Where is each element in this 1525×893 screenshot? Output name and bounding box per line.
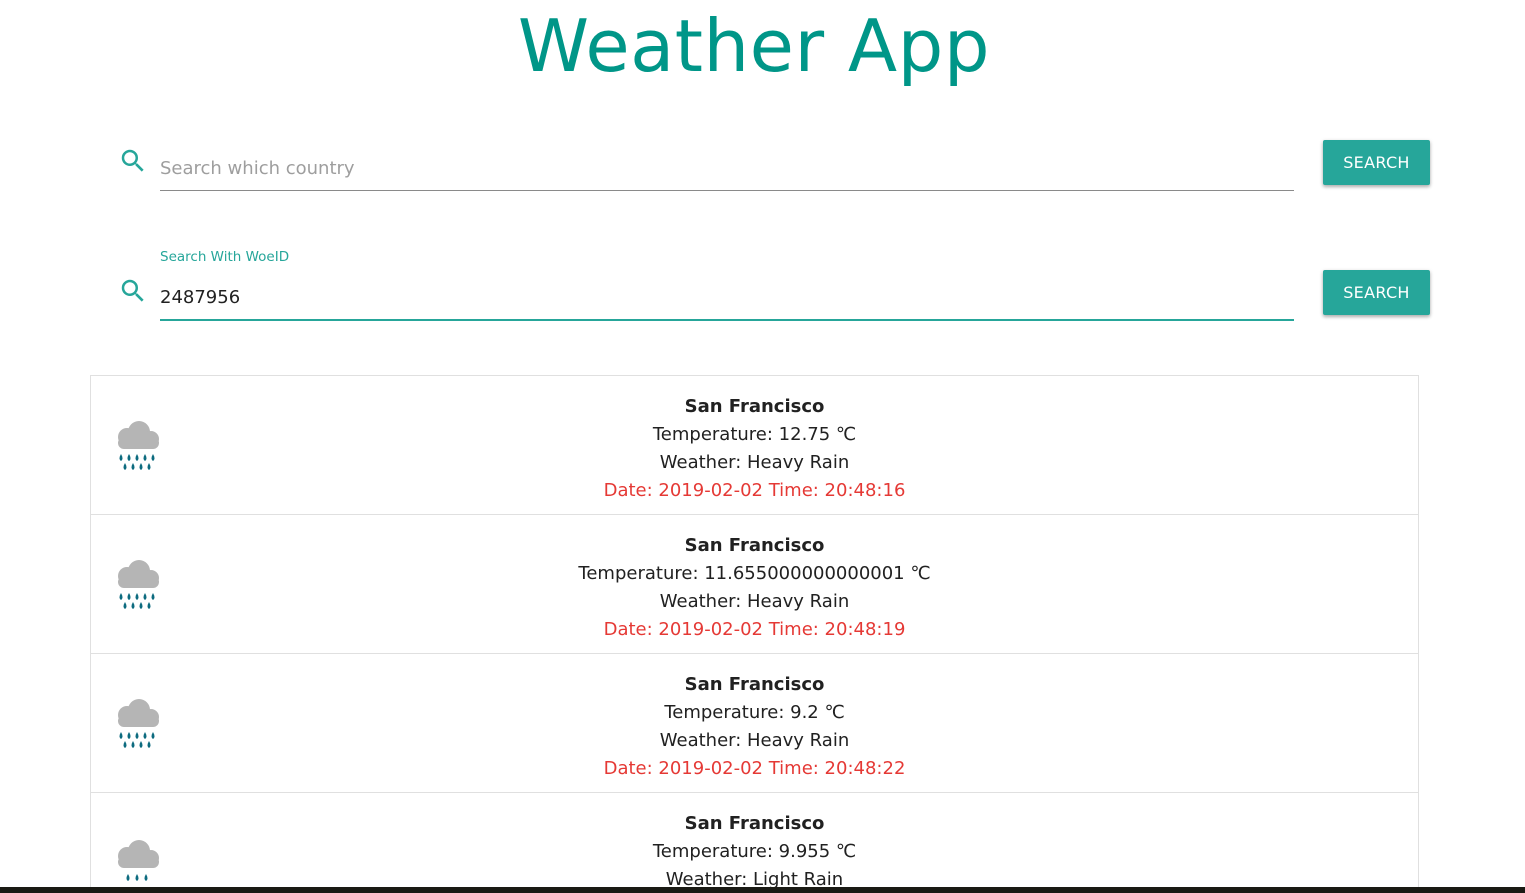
results-list: San Francisco Temperature: 12.75 ℃ Weath…	[90, 375, 1419, 893]
country-search-row: SEARCH	[114, 133, 1430, 193]
page-title: Weather App	[517, 4, 991, 88]
result-temperature: Temperature: 9.2 ℃	[664, 702, 845, 723]
list-item: San Francisco Temperature: 9.955 ℃ Weath…	[91, 793, 1418, 893]
result-weather: Weather: Heavy Rain	[659, 730, 850, 751]
result-weather: Weather: Heavy Rain	[659, 591, 850, 612]
result-datetime: Date: 2019-02-02 Time: 20:48:19	[603, 619, 906, 640]
country-search-input[interactable]	[160, 154, 1294, 182]
result-temperature: Temperature: 9.955 ℃	[652, 841, 857, 862]
result-weather: Weather: Heavy Rain	[659, 452, 850, 473]
list-item: San Francisco Temperature: 11.6550000000…	[91, 515, 1418, 654]
result-city: San Francisco	[684, 813, 825, 834]
result-city: San Francisco	[684, 674, 825, 695]
result-temperature: Temperature: 11.655000000000001 ℃	[578, 563, 931, 584]
country-search-button[interactable]: SEARCH	[1323, 140, 1430, 185]
list-item: San Francisco Temperature: 12.75 ℃ Weath…	[91, 376, 1418, 515]
search-icon	[121, 149, 144, 172]
result-city: San Francisco	[684, 396, 825, 417]
woeid-search-button[interactable]: SEARCH	[1323, 270, 1430, 315]
heavy-rain-icon	[118, 699, 159, 748]
country-search-field	[160, 133, 1294, 191]
light-rain-icon	[118, 840, 159, 881]
search-icon	[121, 279, 144, 302]
result-datetime: Date: 2019-02-02 Time: 20:48:22	[603, 758, 906, 779]
woeid-search-input[interactable]	[160, 283, 1294, 311]
result-datetime: Date: 2019-02-02 Time: 20:48:16	[603, 480, 906, 501]
window-bottom-edge	[0, 887, 1525, 893]
heavy-rain-icon	[118, 421, 159, 470]
heavy-rain-icon	[118, 560, 159, 609]
woeid-search-field	[160, 263, 1294, 321]
result-city: San Francisco	[684, 535, 825, 556]
weather-app: Weather App SEARCH Search With WoeID SEA…	[0, 0, 1525, 893]
woeid-search-row: Search With WoeID SEARCH	[114, 249, 1430, 323]
result-temperature: Temperature: 12.75 ℃	[652, 424, 857, 445]
list-item: San Francisco Temperature: 9.2 ℃ Weather…	[91, 654, 1418, 793]
